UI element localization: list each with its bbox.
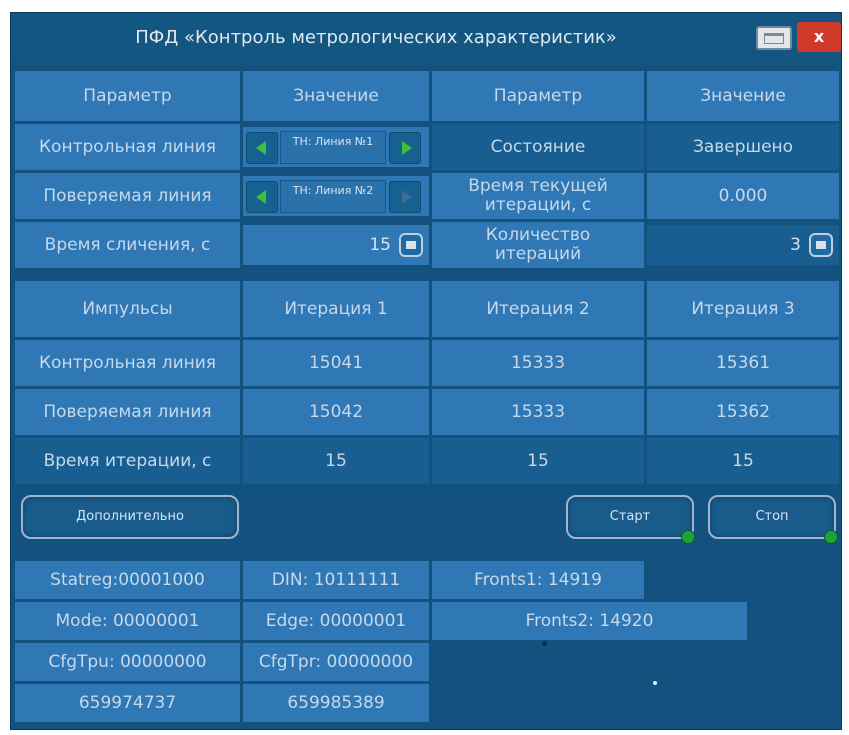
- main-window: ПФД «Контроль метрологических характерис…: [10, 12, 842, 730]
- mode-field: Mode: 00000001: [15, 602, 240, 640]
- control-line-selector: ТН: Линия №1: [243, 127, 429, 167]
- fronts1-field: Fronts1: 14919: [432, 561, 644, 599]
- more-button[interactable]: Дополнительно: [21, 495, 239, 539]
- pulses-header: Импульсы: [15, 281, 240, 337]
- keyboard-icon[interactable]: [809, 233, 833, 257]
- state-value: Завершено: [647, 124, 839, 170]
- pulses-cell: 15: [432, 438, 644, 484]
- value-header-right: Значение: [647, 71, 839, 121]
- counter-2-field: 659985389: [243, 684, 429, 722]
- stop-led-icon: [824, 530, 838, 544]
- start-led-icon: [681, 530, 695, 544]
- stop-button[interactable]: Стоп: [708, 495, 836, 539]
- compare-time-label: Время сличения, с: [15, 222, 240, 268]
- pulses-cell: 15333: [432, 389, 644, 435]
- compare-time-value: 15: [369, 235, 391, 255]
- state-label: Состояние: [432, 124, 644, 170]
- pulses-cell: 15: [243, 438, 429, 484]
- iter-time-value: 0.000: [647, 173, 839, 219]
- title-bar: ПФД «Контроль метрологических характерис…: [11, 13, 841, 63]
- pulses-cell: 15042: [243, 389, 429, 435]
- iteration-2-header: Итерация 2: [432, 281, 644, 337]
- maximize-button[interactable]: [756, 26, 792, 50]
- iteration-1-header: Итерация 1: [243, 281, 429, 337]
- iteration-3-header: Итерация 3: [647, 281, 839, 337]
- pulses-row-label: Время итерации, с: [15, 438, 240, 484]
- screen-artifact-dot: [653, 681, 657, 685]
- param-header-right: Параметр: [432, 71, 644, 121]
- value-header-left: Значение: [243, 71, 429, 121]
- cfgtpr-field: CfgTpr: 00000000: [243, 643, 429, 681]
- statreg-field: Statreg:00001000: [15, 561, 240, 599]
- param-header-left: Параметр: [15, 71, 240, 121]
- start-button[interactable]: Старт: [566, 495, 694, 539]
- pulses-row-label: Контрольная линия: [15, 340, 240, 386]
- keyboard-icon[interactable]: [399, 233, 423, 257]
- tested-line-next-arrow-icon[interactable]: [389, 181, 421, 213]
- control-line-prev-arrow-icon[interactable]: [246, 132, 278, 164]
- screen-artifact-dot: [542, 641, 547, 646]
- iter-count-value: 3: [790, 235, 801, 255]
- pulses-row-label: Поверяемая линия: [15, 389, 240, 435]
- compare-time-field[interactable]: 15: [243, 225, 429, 265]
- pulses-cell: 15: [647, 438, 839, 484]
- fronts2-field: Fronts2: 14920: [432, 602, 747, 640]
- iter-time-label: Время текущей итерации, с: [432, 173, 644, 219]
- tested-line-label: Поверяемая линия: [15, 173, 240, 219]
- iter-count-field[interactable]: 3: [647, 225, 839, 265]
- tested-line-selector: ТН: Линия №2: [243, 176, 429, 216]
- pulses-cell: 15362: [647, 389, 839, 435]
- control-line-next-arrow-icon[interactable]: [389, 132, 421, 164]
- control-line-value: ТН: Линия №1: [280, 131, 386, 164]
- window-title: ПФД «Контроль метрологических характерис…: [135, 27, 617, 48]
- close-button[interactable]: x: [797, 22, 841, 52]
- control-line-label: Контрольная линия: [15, 124, 240, 170]
- pulses-cell: 15041: [243, 340, 429, 386]
- edge-field: Edge: 00000001: [243, 602, 429, 640]
- tested-line-value: ТН: Линия №2: [280, 180, 386, 213]
- iter-count-label: Количество итераций: [432, 222, 644, 268]
- din-field: DIN: 10111111: [243, 561, 429, 599]
- tested-line-prev-arrow-icon[interactable]: [246, 181, 278, 213]
- counter-1-field: 659974737: [15, 684, 240, 722]
- cfgtpu-field: CfgTpu: 00000000: [15, 643, 240, 681]
- pulses-cell: 15333: [432, 340, 644, 386]
- pulses-cell: 15361: [647, 340, 839, 386]
